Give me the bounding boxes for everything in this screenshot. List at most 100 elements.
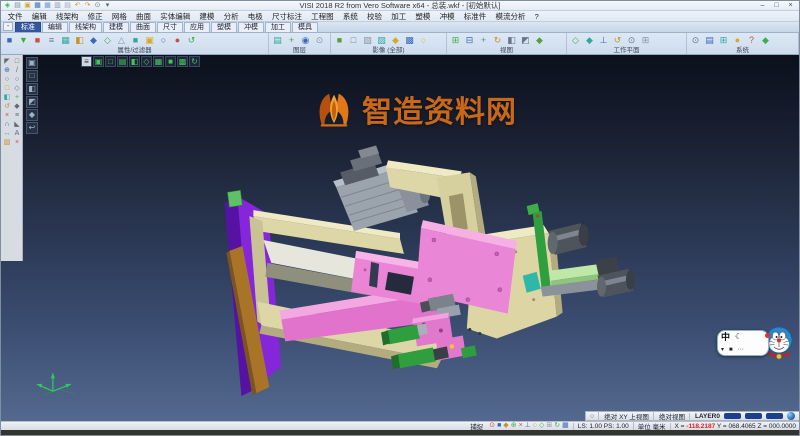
plane-origin-icon[interactable]: ⊙ xyxy=(625,34,638,47)
zoom-window-icon[interactable]: ⊟ xyxy=(463,34,476,47)
menu-die[interactable]: 冲模 xyxy=(435,11,459,22)
ime-more-icon[interactable]: ⋯ xyxy=(738,347,744,354)
menu-machining[interactable]: 加工 xyxy=(387,11,411,22)
menu-mesh[interactable]: 网格 xyxy=(107,11,131,22)
menu-wireframe[interactable]: 线架构 xyxy=(51,11,83,22)
ime-pill[interactable]: 中 ☾ ▾ ■ ⋯ xyxy=(717,330,769,356)
menu-drawing[interactable]: 工程图 xyxy=(307,11,339,22)
grid-toggle-icon[interactable]: ▦ xyxy=(562,422,569,430)
new-file-icon[interactable]: ▤ xyxy=(13,1,22,10)
align-plane-icon[interactable]: ◆ xyxy=(583,34,596,47)
snap-free-icon[interactable]: ⊙ xyxy=(489,422,495,430)
render-icon[interactable]: ◆ xyxy=(389,34,402,47)
undo-icon[interactable]: ↶ xyxy=(73,1,82,10)
moon-icon[interactable]: ☾ xyxy=(735,332,742,342)
top-view-icon[interactable]: ◩ xyxy=(519,34,532,47)
iso-view-icon[interactable]: ◆ xyxy=(533,34,546,47)
select-color-icon[interactable]: ◧ xyxy=(73,34,86,47)
tab-modeling[interactable]: 建模 xyxy=(103,22,129,32)
save-all-icon[interactable]: ▦ xyxy=(43,1,52,10)
wireframe-view-icon[interactable]: □ xyxy=(347,34,360,47)
menu-standard-parts[interactable]: 标准件 xyxy=(459,11,491,22)
ime-toolbar[interactable]: 中 ☾ ▾ ■ ⋯ xyxy=(717,326,794,360)
maximize-button[interactable]: □ xyxy=(770,1,783,10)
layers-icon[interactable]: ▤ xyxy=(271,34,284,47)
info-icon[interactable]: ● xyxy=(731,34,744,47)
menu-file[interactable]: 文件 xyxy=(3,11,27,22)
face-filter-icon[interactable]: ◇ xyxy=(101,34,114,47)
app-icon[interactable]: ◈ xyxy=(3,1,12,10)
tab-mold[interactable]: 塑模 xyxy=(211,22,237,32)
tab-surface[interactable]: 曲面 xyxy=(130,22,156,32)
overlay-button-3[interactable] xyxy=(766,413,783,419)
tab-machining[interactable]: 加工 xyxy=(265,22,291,32)
reset-filter-icon[interactable]: ↺ xyxy=(185,34,198,47)
menu-edit[interactable]: 编辑 xyxy=(27,11,51,22)
help-icon[interactable]: ? xyxy=(745,34,758,47)
curve-filter-icon[interactable]: ○ xyxy=(157,34,170,47)
tab-dimension[interactable]: 尺寸 xyxy=(157,22,183,32)
minimize-button[interactable]: – xyxy=(756,1,769,10)
snap-perpendicular-icon[interactable]: ⊥ xyxy=(525,422,531,430)
viewport-3d[interactable]: ◤□⊕/○○□◇◧+↺◆×≡∩◣↔A▨× ▣□◧◩◆↩ ≡▣□▤◧◇▦■▩↻ 智… xyxy=(1,55,799,421)
ime-tool-icon[interactable]: ■ xyxy=(729,347,733,354)
open-folder-icon[interactable]: ▣ xyxy=(23,1,32,10)
refresh-icon[interactable]: ↻ xyxy=(554,422,560,430)
overlay-button-1[interactable] xyxy=(724,413,741,419)
menu-surface[interactable]: 曲面 xyxy=(131,11,155,22)
snap-center-icon[interactable]: ⊕ xyxy=(511,422,517,430)
print-preview-icon[interactable]: ▤ xyxy=(63,1,72,10)
snap-quadrant-icon[interactable]: ◇ xyxy=(539,422,544,430)
layer-attr-icon[interactable]: ▦ xyxy=(59,34,72,47)
menu-modify[interactable]: 修正 xyxy=(83,11,107,22)
layer-visibility-icon[interactable]: ◉ xyxy=(299,34,312,47)
macro-icon[interactable]: ◆ xyxy=(759,34,772,47)
menu-analysis[interactable]: 分析 xyxy=(219,11,243,22)
menu-solid-edit[interactable]: 实体编辑 xyxy=(156,11,195,22)
system-settings-icon[interactable]: ⊙ xyxy=(689,34,702,47)
surface-filter-icon[interactable]: ▣ xyxy=(143,34,156,47)
globe-icon[interactable] xyxy=(787,412,795,420)
new-layer-icon[interactable]: + xyxy=(285,34,298,47)
point-filter-icon[interactable]: ● xyxy=(171,34,184,47)
layer-settings-icon[interactable]: ⊙ xyxy=(313,34,326,47)
edge-filter-icon[interactable]: △ xyxy=(115,34,128,47)
hidden-line-icon[interactable]: ▧ xyxy=(361,34,374,47)
rotate-view-icon[interactable]: ↻ xyxy=(491,34,504,47)
tab-edit[interactable]: 编辑 xyxy=(42,22,68,32)
ime-dropdown-icon[interactable]: ▾ xyxy=(721,347,724,354)
shaded-view-icon[interactable]: ■ xyxy=(333,34,346,47)
tab-standard[interactable]: 标准 xyxy=(15,22,41,32)
quick-access-dropdown-icon[interactable]: ▾ xyxy=(103,1,112,10)
calculator-icon[interactable]: ⊞ xyxy=(717,34,730,47)
attr-pencil-icon[interactable]: ■ xyxy=(3,34,16,47)
tab-die[interactable]: 冲模 xyxy=(238,22,264,32)
menu-moldflow[interactable]: 模流分析 xyxy=(491,11,530,22)
toolbar-collapse-button[interactable]: - xyxy=(3,22,13,31)
search-icon[interactable]: ○ xyxy=(590,413,594,420)
linetype-icon[interactable]: ≡ xyxy=(45,34,58,47)
tab-tooling[interactable]: 模具 xyxy=(292,22,318,32)
plane-rotate-icon[interactable]: ↺ xyxy=(611,34,624,47)
snap-grid-icon[interactable]: ⊞ xyxy=(546,422,552,430)
menu-electrode[interactable]: 电极 xyxy=(243,11,267,22)
redo-icon[interactable]: ↷ xyxy=(83,1,92,10)
color-swatch-icon[interactable]: ■ xyxy=(31,34,44,47)
plane-grid-icon[interactable]: ⊞ xyxy=(639,34,652,47)
settings-icon[interactable]: ⊙ xyxy=(93,1,102,10)
ime-mode-indicator[interactable]: 中 xyxy=(721,332,730,342)
snap-intersect-icon[interactable]: × xyxy=(519,422,523,430)
filter-icon[interactable]: ▼ xyxy=(17,34,30,47)
front-view-icon[interactable]: ◧ xyxy=(505,34,518,47)
zoom-fit-icon[interactable]: ⊞ xyxy=(449,34,462,47)
pan-icon[interactable]: + xyxy=(477,34,490,47)
menu-system[interactable]: 系统 xyxy=(338,11,362,22)
transparency-icon[interactable]: ▨ xyxy=(375,34,388,47)
workplane-icon[interactable]: ◇ xyxy=(569,34,582,47)
light-icon[interactable]: ○ xyxy=(417,34,430,47)
close-button[interactable]: × xyxy=(784,1,797,10)
active-layer-indicator[interactable]: LAYER0 xyxy=(689,413,720,420)
menu-verify[interactable]: 校验 xyxy=(362,11,386,22)
overlay-button-2[interactable] xyxy=(745,413,762,419)
snap-tangent-icon[interactable]: ○ xyxy=(533,422,537,430)
